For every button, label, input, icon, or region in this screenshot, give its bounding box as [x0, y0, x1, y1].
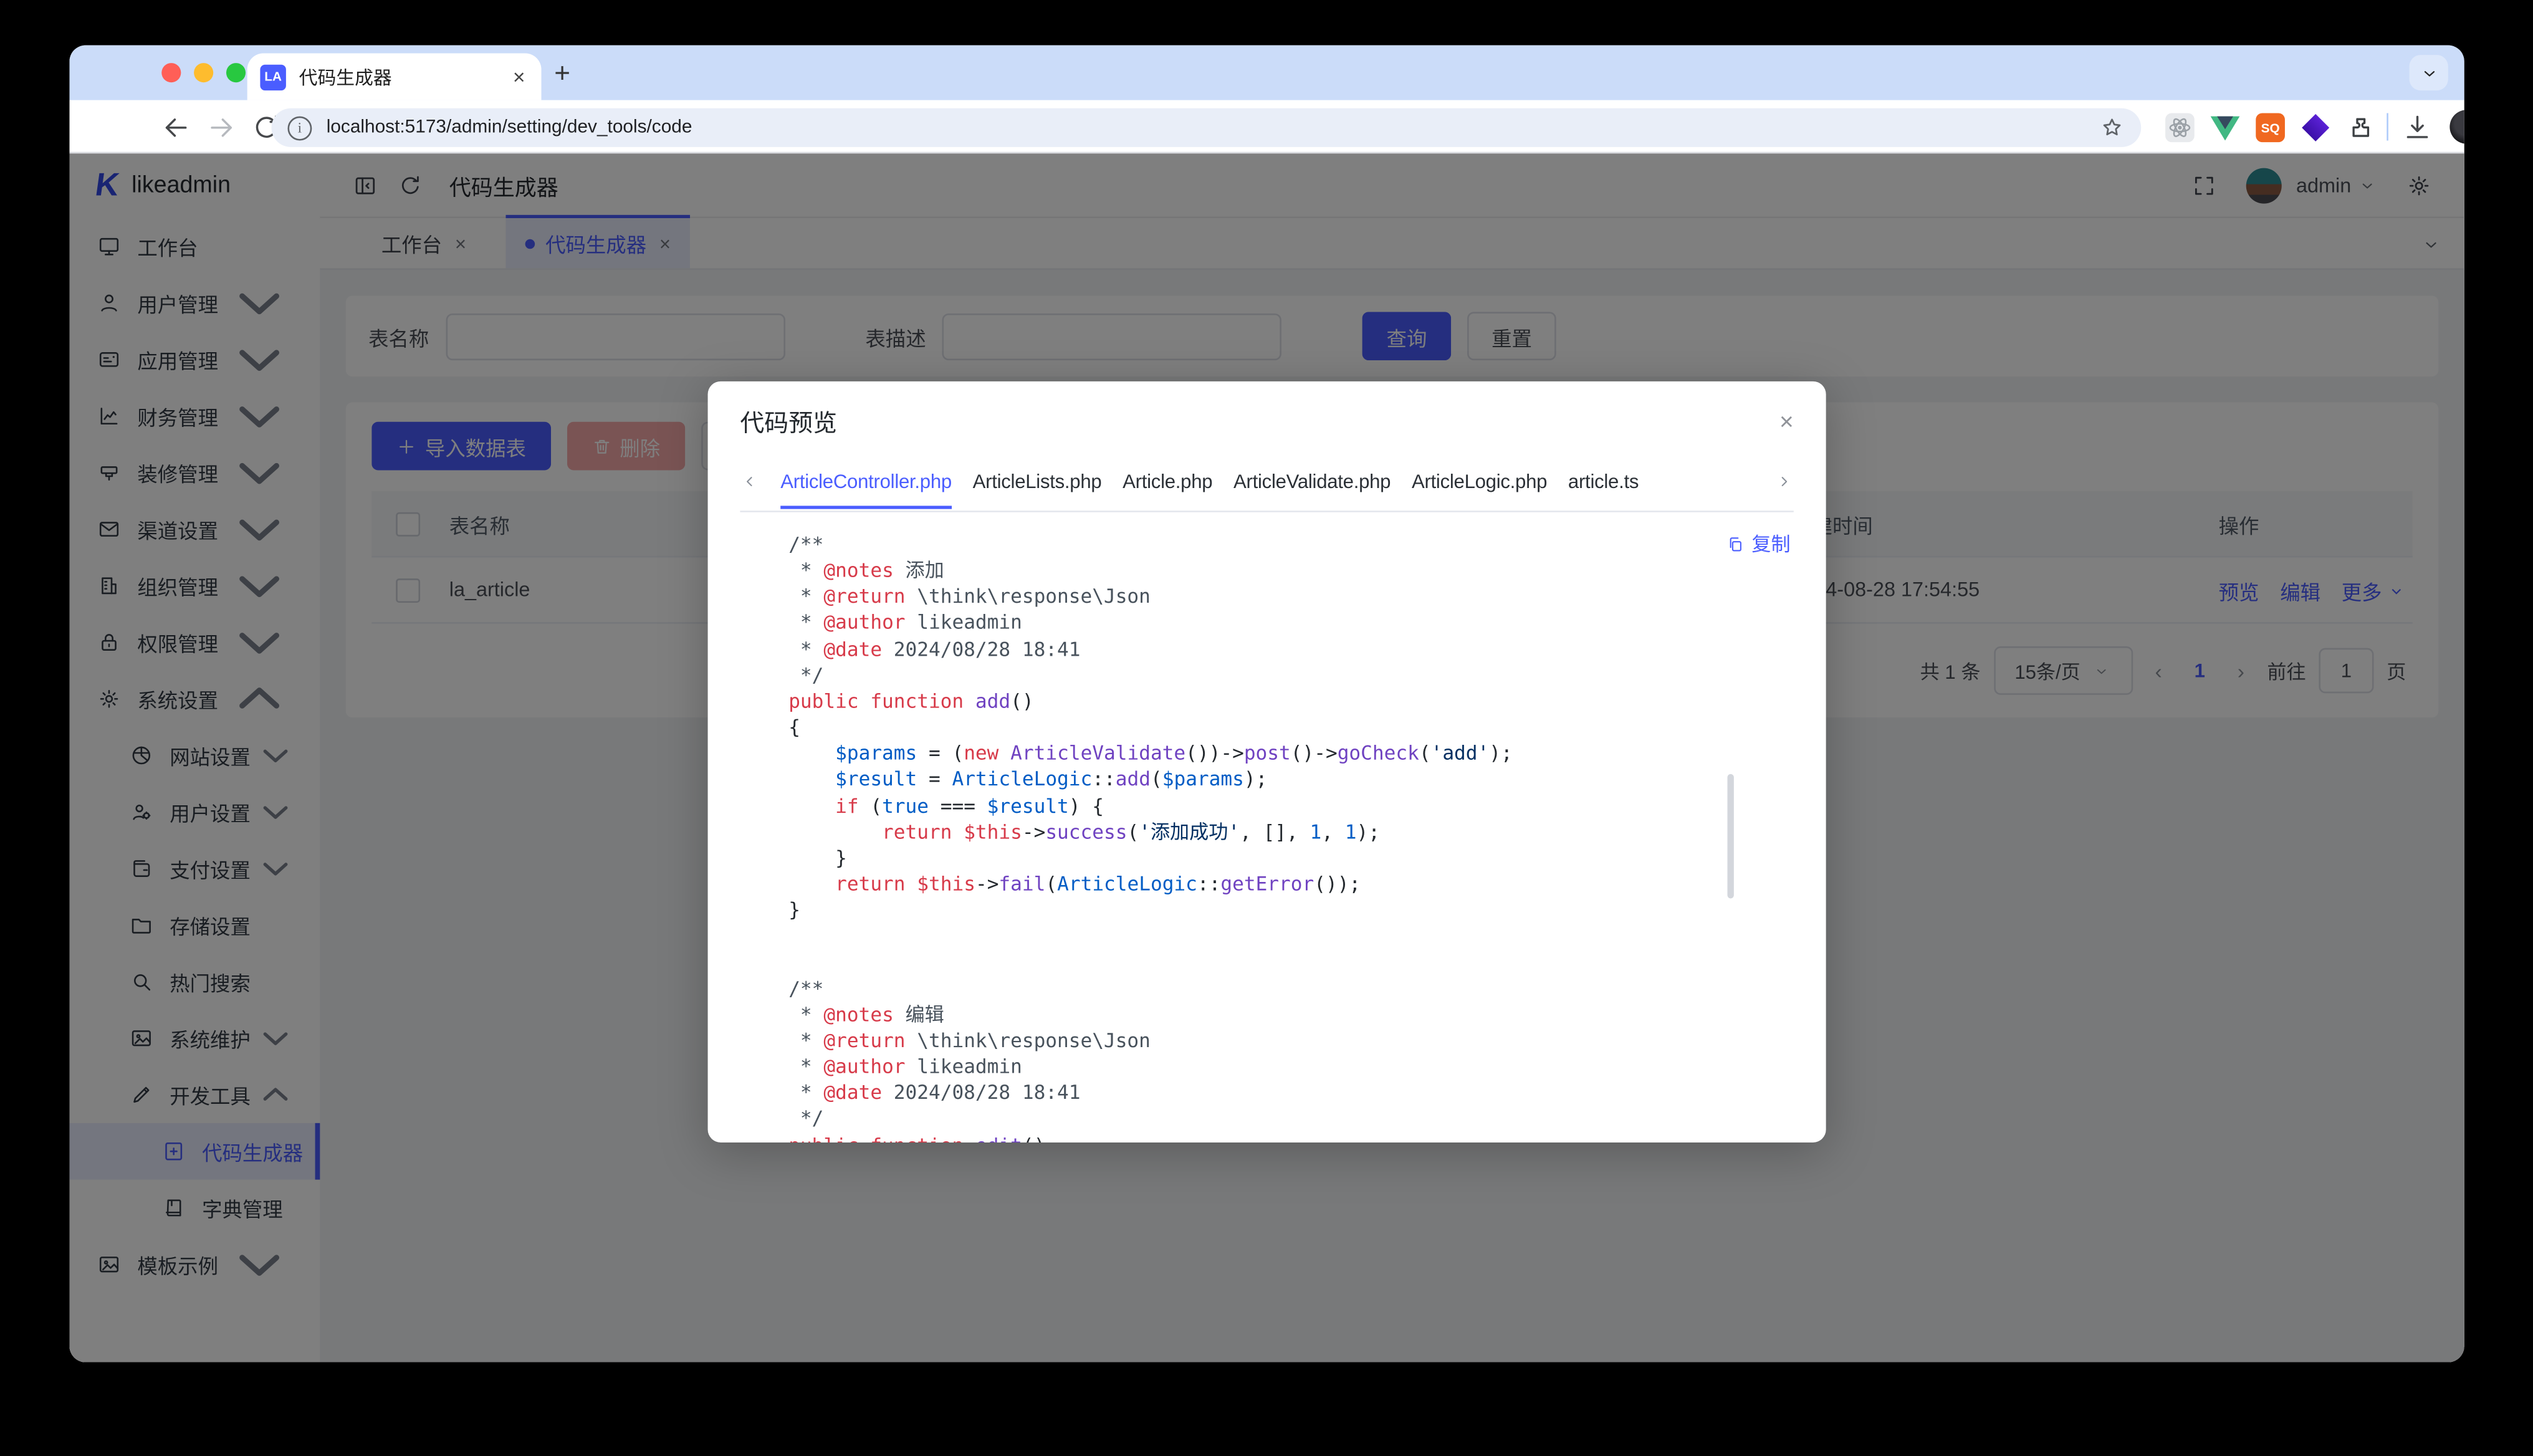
code-line-8: {: [788, 714, 1761, 740]
code-view[interactable]: /** * @notes 添加 * @return \think\respons…: [708, 517, 1826, 1142]
code-line-10: $result = ArticleLogic::add($params);: [788, 767, 1761, 793]
dialog-close-icon[interactable]: ×: [1779, 411, 1794, 435]
code-line-16: [788, 923, 1761, 949]
code-preview-dialog: 代码预览 × ArticleController.php ArticleLists…: [708, 381, 1826, 1142]
react-devtools-icon[interactable]: [2165, 113, 2195, 142]
file-tab-bar: ArticleController.php ArticleLists.php Art…: [740, 466, 1793, 512]
download-icon[interactable]: [2401, 112, 2434, 144]
code-line-1: /**: [788, 532, 1761, 558]
code-line-17: [788, 949, 1761, 975]
file-tab-ArticleLogic-php[interactable]: ArticleLogic.php: [1412, 469, 1547, 507]
tabs-scroll-right-icon[interactable]: [1774, 472, 1794, 491]
file-tab-ArticleLists-php[interactable]: ArticleLists.php: [973, 469, 1102, 507]
browser-window: LA 代码生成器 × + i localhost:5173/admin/sett…: [69, 46, 2464, 1363]
file-tab-ArticleValidate-php[interactable]: ArticleValidate.php: [1233, 469, 1391, 507]
tab-close-icon[interactable]: ×: [510, 65, 529, 89]
copy-icon: [1726, 534, 1745, 553]
vue-devtools-icon[interactable]: [2211, 113, 2240, 142]
browser-toolbar: i localhost:5173/admin/setting/dev_tools…: [69, 100, 2464, 154]
code-line-11: if (true === $result) {: [788, 793, 1761, 819]
scrollbar-thumb[interactable]: [1727, 774, 1733, 899]
code-line-5: * @date 2024/08/28 18:41: [788, 636, 1761, 663]
code-line-2: * @notes 添加: [788, 558, 1761, 584]
extensions-puzzle-icon[interactable]: [2346, 113, 2375, 142]
sq-extension-icon[interactable]: SQ: [2256, 113, 2285, 142]
code-line-14: return $this->fail(ArticleLogic::getErro…: [788, 871, 1761, 897]
browser-tab-title: 代码生成器: [299, 64, 510, 89]
file-tab-article-ts[interactable]: article.ts: [1568, 469, 1639, 507]
address-bar[interactable]: i localhost:5173/admin/setting/dev_tools…: [272, 108, 2142, 147]
code-line-13: }: [788, 845, 1761, 871]
macos-close-button[interactable]: [161, 63, 181, 82]
code-line-20: * @return \think\response\Json: [788, 1028, 1761, 1054]
code-line-6: */: [788, 662, 1761, 688]
code-line-23: */: [788, 1106, 1761, 1132]
tabs-scroll-left-icon[interactable]: [740, 472, 759, 491]
code-line-3: * @return \think\response\Json: [788, 584, 1761, 610]
code-line-7: public function add(): [788, 688, 1761, 714]
code-line-24: public function edit(): [788, 1132, 1761, 1142]
code-line-21: * @author likeadmin: [788, 1054, 1761, 1080]
code-line-15: }: [788, 897, 1761, 923]
diamond-extension-icon[interactable]: [2301, 113, 2330, 142]
code-line-18: /**: [788, 975, 1761, 1002]
chevron-down-icon: [2418, 62, 2440, 84]
browser-profile-avatar[interactable]: [2449, 110, 2464, 143]
tab-search-button[interactable]: [2410, 55, 2448, 90]
dialog-title: 代码预览: [740, 406, 1779, 439]
forward-button[interactable]: [205, 112, 237, 144]
code-line-19: * @notes 编辑: [788, 1002, 1761, 1028]
favicon: LA: [260, 64, 285, 89]
back-button[interactable]: [160, 112, 193, 144]
file-tab-Article-php[interactable]: Article.php: [1123, 469, 1212, 507]
new-tab-button[interactable]: +: [554, 58, 570, 90]
file-tab-ArticleController-php[interactable]: ArticleController.php: [780, 469, 952, 507]
macos-zoom-button[interactable]: [226, 63, 246, 82]
code-line-9: $params = (new ArticleValidate())->post(…: [788, 740, 1761, 767]
code-line-22: * @date 2024/08/28 18:41: [788, 1080, 1761, 1106]
macos-minimize-button[interactable]: [194, 63, 213, 82]
screen: LA 代码生成器 × + i localhost:5173/admin/sett…: [0, 0, 2533, 1456]
browser-tab[interactable]: LA 代码生成器 ×: [247, 54, 542, 100]
url-text[interactable]: localhost:5173/admin/setting/dev_tools/c…: [327, 118, 2099, 137]
copy-button[interactable]: 复制: [1726, 530, 1791, 557]
browser-tabstrip: LA 代码生成器 × +: [69, 46, 2464, 100]
site-info-icon[interactable]: i: [287, 115, 312, 140]
code-line-4: * @author likeadmin: [788, 610, 1761, 636]
bookmark-star-icon[interactable]: [2099, 115, 2125, 140]
app-viewport: K likeadmin 工作台用户管理应用管理财务管理装修管理渠道设置组织管理权…: [69, 153, 2464, 1362]
code-line-12: return $this->success('添加成功', [], 1, 1);: [788, 819, 1761, 845]
